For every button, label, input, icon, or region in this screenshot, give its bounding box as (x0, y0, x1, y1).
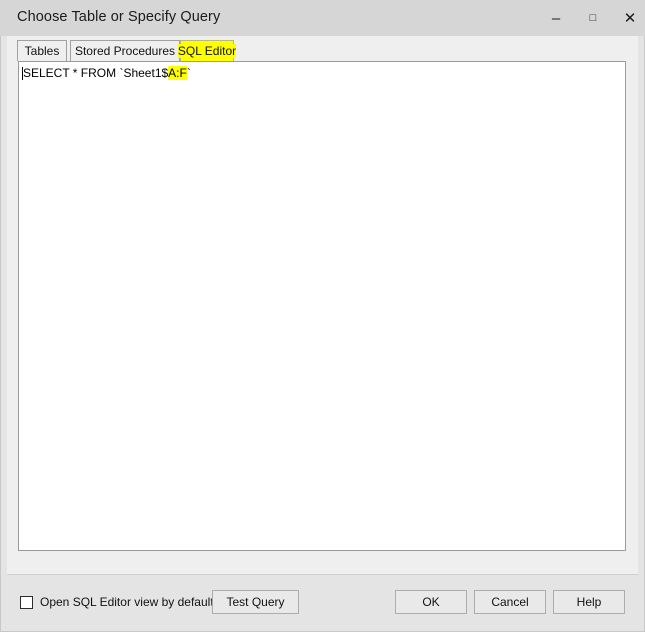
ok-button-label: OK (422, 595, 440, 609)
sql-text-suffix: ` (186, 66, 191, 80)
cancel-button[interactable]: Cancel (474, 590, 546, 614)
dialog-window: Choose Table or Specify Query – □ ✕ Tabl… (0, 0, 645, 632)
test-query-button-label: Test Query (226, 595, 285, 609)
maximize-icon: □ (589, 11, 597, 24)
sql-text-highlighted: A:F (168, 66, 187, 80)
tab-strip: Tables Stored Procedures SQL Editor (7, 40, 638, 62)
ok-button[interactable]: OK (395, 590, 467, 614)
maximize-button[interactable]: □ (575, 0, 611, 36)
sql-editor-textarea[interactable]: SELECT * FROM `Sheet1$A:F` (18, 61, 626, 551)
open-sql-editor-by-default-checkbox[interactable]: Open SQL Editor view by default (20, 594, 214, 610)
close-button[interactable]: ✕ (612, 0, 645, 36)
checkbox-box-icon[interactable] (20, 595, 33, 609)
tab-sql-editor[interactable]: SQL Editor (177, 40, 237, 61)
sql-text-prefix: SELECT * FROM `Sheet1$ (23, 66, 169, 80)
editor-panel: Tables Stored Procedures SQL Editor SELE… (7, 36, 638, 574)
open-sql-editor-by-default-label: Open SQL Editor view by default (40, 595, 214, 609)
close-icon: ✕ (623, 9, 637, 27)
tab-tables[interactable]: Tables (17, 40, 67, 61)
help-button-label: Help (576, 595, 602, 609)
tab-stored-procedures[interactable]: Stored Procedures (70, 40, 180, 61)
minimize-button[interactable]: – (538, 0, 574, 36)
footer-divider (7, 574, 638, 575)
help-button[interactable]: Help (553, 590, 625, 614)
tab-stored-procedures-label: Stored Procedures (74, 44, 176, 58)
dialog-footer: Open SQL Editor view by default Test Que… (1, 574, 644, 631)
cancel-button-label: Cancel (491, 595, 529, 609)
sql-editor-content: SELECT * FROM `Sheet1$A:F` (23, 66, 191, 80)
tab-sql-editor-label: SQL Editor (177, 44, 237, 58)
dialog-client-area: Tables Stored Procedures SQL Editor SELE… (0, 36, 645, 632)
title-bar[interactable]: Choose Table or Specify Query – □ ✕ (0, 0, 645, 36)
tab-tables-label: Tables (24, 44, 60, 58)
window-title: Choose Table or Specify Query (17, 9, 221, 25)
test-query-button[interactable]: Test Query (212, 590, 299, 614)
